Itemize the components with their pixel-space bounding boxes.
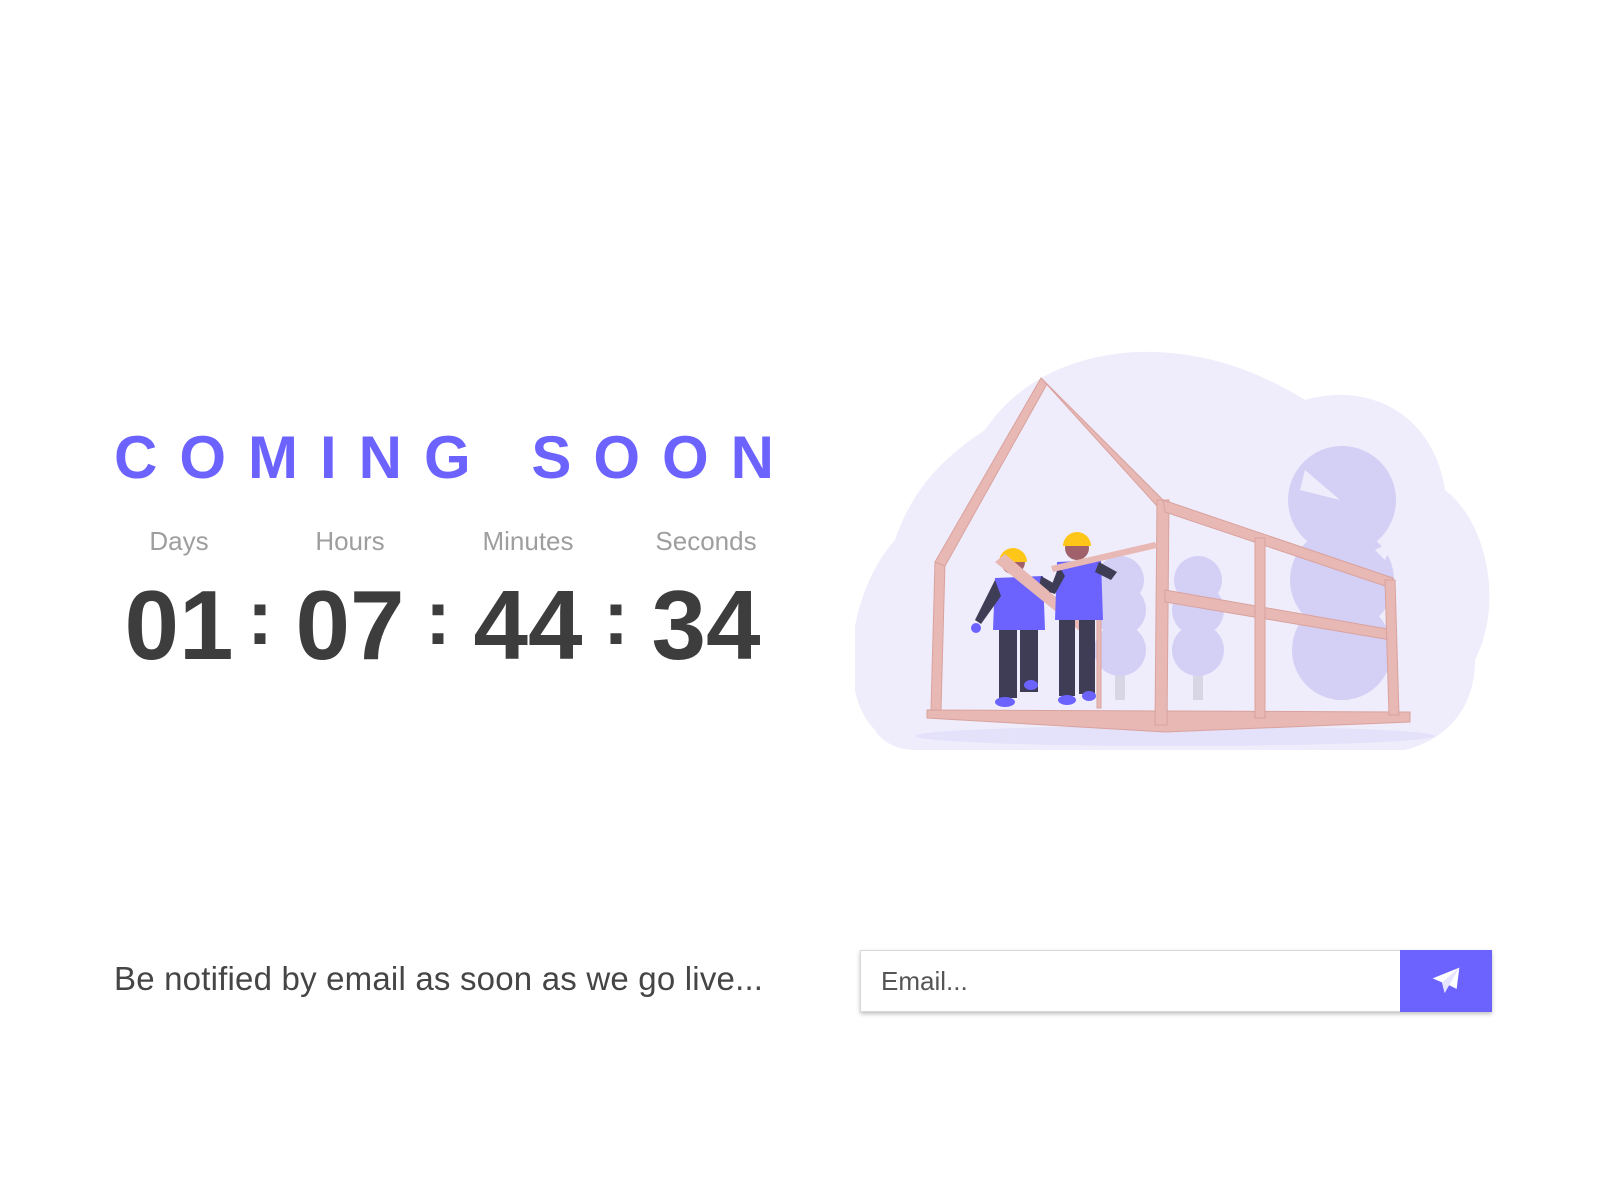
countdown-separator: : (603, 573, 629, 661)
hours-value: 07 (295, 570, 405, 680)
seconds-value: 34 (651, 570, 761, 680)
notify-message: Be notified by email as soon as we go li… (114, 960, 764, 997)
email-signup-form (860, 950, 1492, 1012)
countdown-minutes: Minutes 44 (463, 528, 593, 674)
countdown-hours: Hours 07 (285, 528, 415, 674)
days-label: Days (149, 526, 209, 556)
page-title: COMING SOON (114, 424, 797, 491)
seconds-label: Seconds (655, 526, 757, 556)
construction-illustration (855, 351, 1490, 750)
email-input[interactable] (860, 950, 1400, 1012)
send-button[interactable] (1400, 950, 1492, 1012)
countdown-separator: : (425, 573, 451, 661)
countdown-timer: Days 01 : Hours 07 : Minutes 44 : Second… (114, 528, 774, 688)
hours-label: Hours (315, 526, 385, 556)
minutes-label: Minutes (482, 526, 574, 556)
countdown-days: Days 01 (114, 528, 244, 674)
minutes-value: 44 (473, 570, 583, 680)
countdown-seconds: Seconds 34 (641, 528, 771, 674)
paper-plane-icon (1432, 967, 1460, 993)
days-value: 01 (124, 570, 234, 680)
countdown-separator: : (247, 573, 273, 661)
